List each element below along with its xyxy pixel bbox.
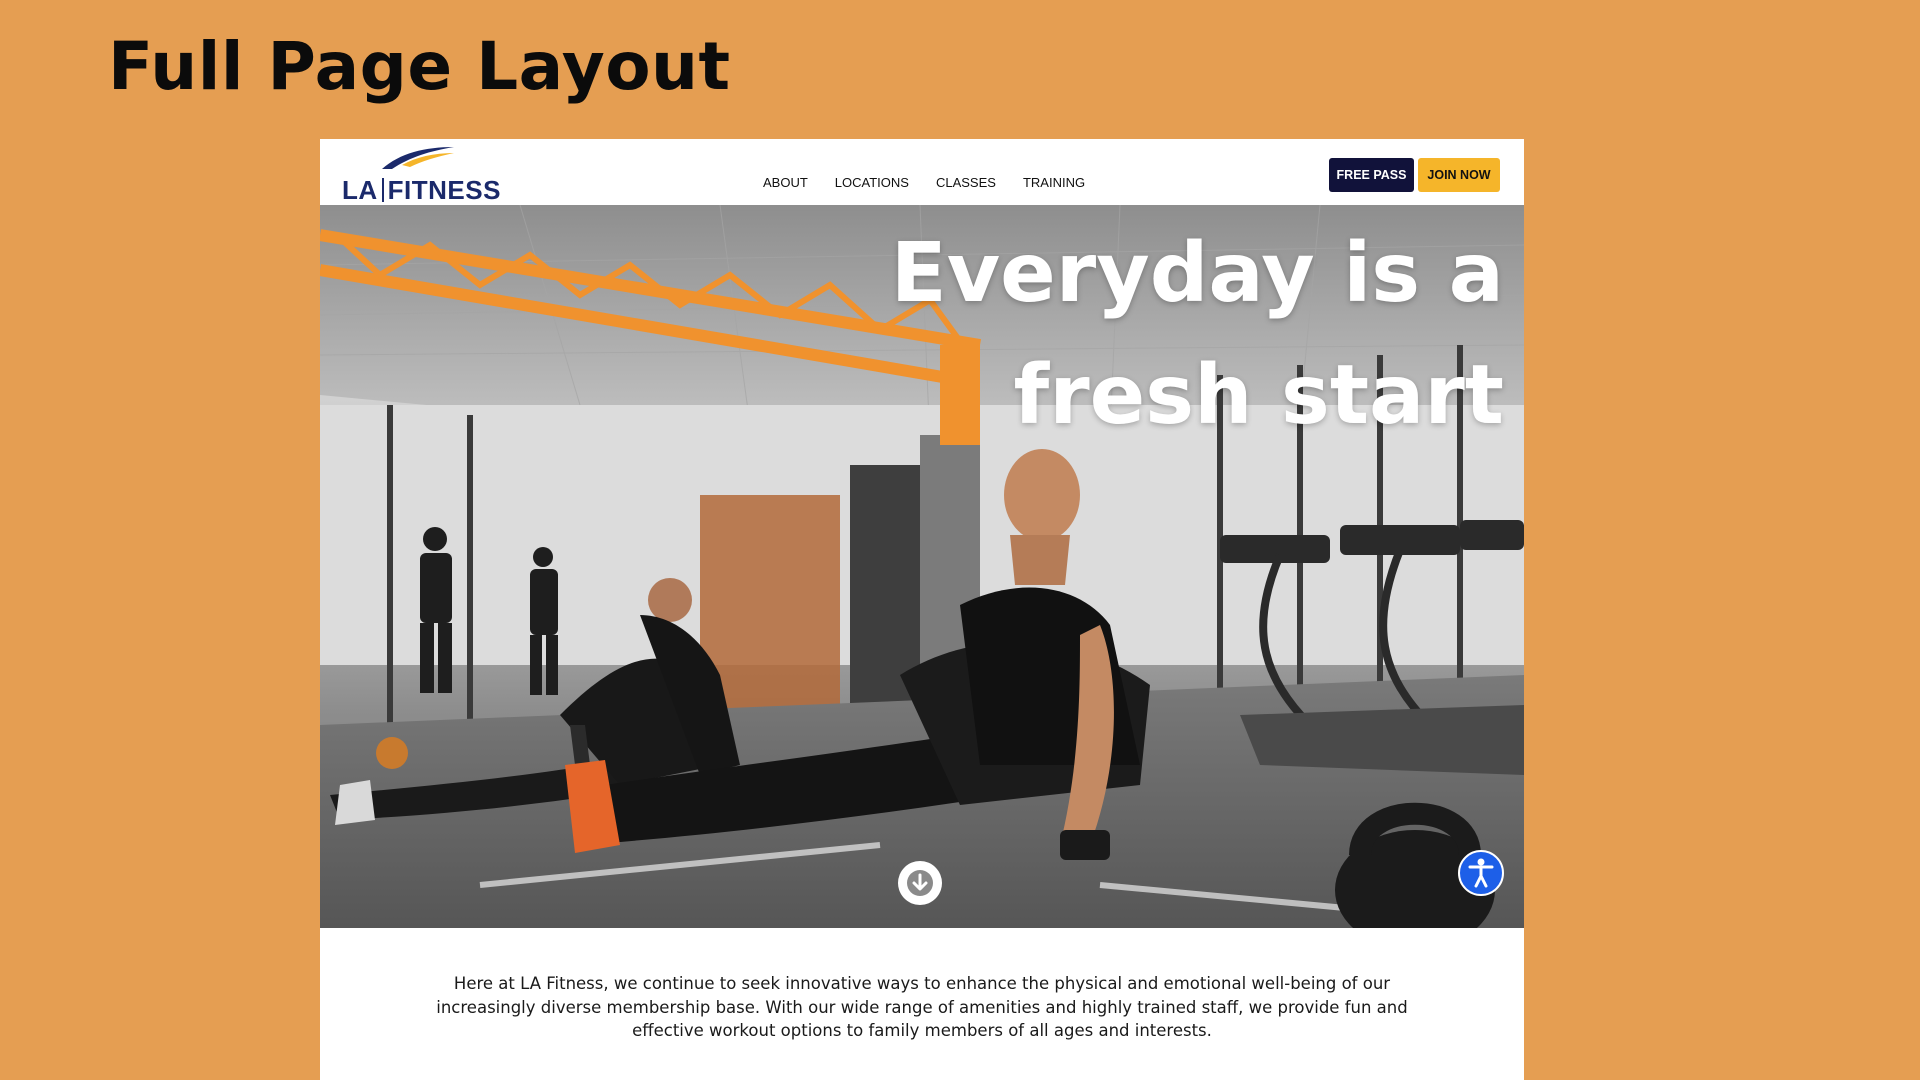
la-fitness-logo[interactable]: LA FITNESS — [342, 145, 502, 205]
website-screenshot-frame: LA FITNESS ABOUT LOCATIONS CLASSES TRAINI… — [320, 139, 1524, 1080]
logo-text-fitness: FITNESS — [387, 175, 501, 205]
main-nav: ABOUT LOCATIONS CLASSES TRAINING — [763, 175, 1112, 190]
nav-item-classes[interactable]: CLASSES — [936, 175, 996, 190]
logo-text-la: LA — [342, 175, 378, 205]
nav-item-about[interactable]: ABOUT — [763, 175, 808, 190]
accessibility-icon — [1468, 858, 1494, 888]
logo-swoosh-icon — [382, 147, 454, 169]
accessibility-button[interactable] — [1458, 850, 1504, 896]
logo-text: LA FITNESS — [342, 175, 501, 206]
slide-title: Full Page Layout — [108, 28, 731, 105]
join-now-button[interactable]: JOIN NOW — [1418, 158, 1500, 192]
site-header: LA FITNESS ABOUT LOCATIONS CLASSES TRAINI… — [320, 139, 1524, 205]
hero-headline-line-2: fresh start — [1013, 348, 1504, 443]
nav-item-training[interactable]: TRAINING — [1023, 175, 1085, 190]
intro-paragraph: Here at LA Fitness, we continue to seek … — [436, 974, 1408, 1040]
logo-divider — [381, 178, 384, 202]
nav-item-locations[interactable]: LOCATIONS — [835, 175, 909, 190]
hero-headline: Everyday is a fresh start — [891, 213, 1504, 457]
hero-headline-line-1: Everyday is a — [890, 226, 1504, 321]
scroll-down-button[interactable] — [898, 861, 942, 905]
free-pass-button[interactable]: FREE PASS — [1329, 158, 1414, 192]
hero-section: Everyday is a fresh start — [320, 205, 1524, 928]
arrow-down-icon — [907, 870, 933, 896]
